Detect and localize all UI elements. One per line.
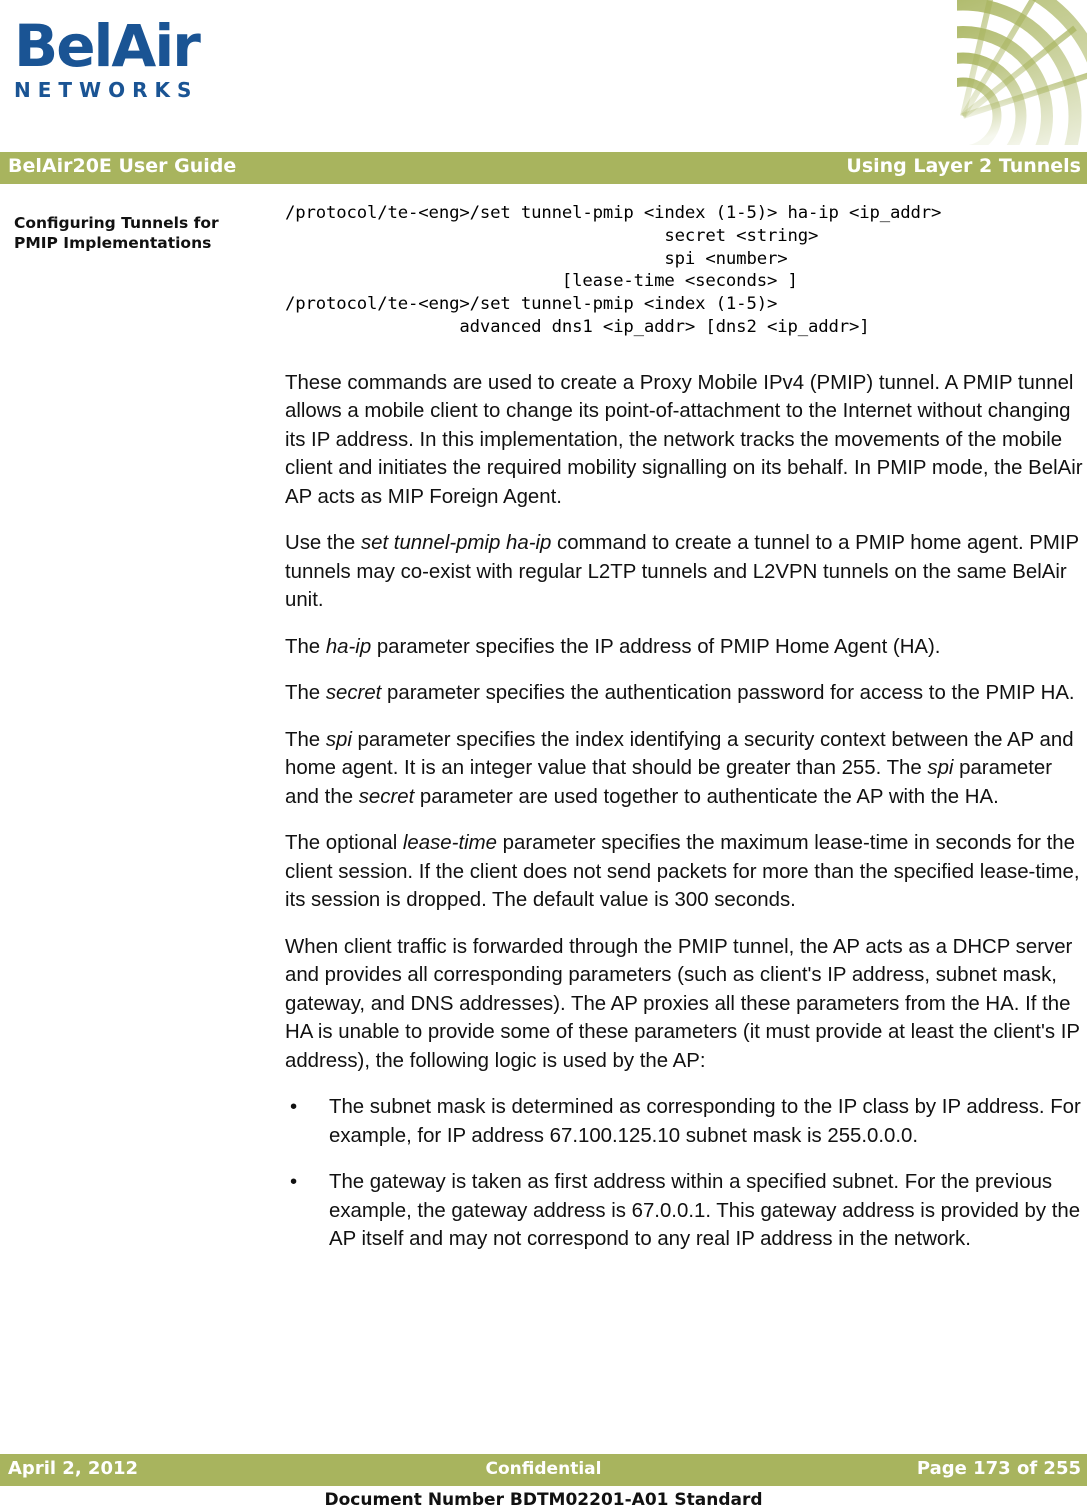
text-run: The optional (285, 832, 403, 855)
text-run: The (285, 728, 326, 751)
bullet-marker-icon: • (290, 1171, 298, 1194)
p-lease-time: The optional lease-time parameter specif… (285, 829, 1085, 915)
radial-arc-fan-icon (957, 0, 1087, 145)
text-run: parameter are used together to authentic… (414, 785, 999, 808)
emphasised-term: secret (325, 682, 382, 705)
text-run: The (285, 682, 326, 705)
p-haip-usage: Use the set tunnel-pmip ha-ip command to… (285, 529, 1085, 615)
p-haip: The ha-ip parameter specifies the IP add… (285, 633, 1085, 662)
text-run: Use the (285, 532, 361, 555)
header-chapter-title: Using Layer 2 Tunnels (846, 155, 1081, 177)
emphasised-term: set tunnel-pmip ha-ip (360, 532, 552, 555)
section-margin-heading: Configuring Tunnels for PMIP Implementat… (14, 214, 219, 252)
bullet-list: • The subnet mask is determined as corres… (285, 1093, 1085, 1254)
bullet-text: The subnet mask is determined as corresp… (329, 1096, 1081, 1147)
bullet-subnet-mask: • The subnet mask is determined as corres… (285, 1093, 1085, 1150)
logo-wordmark: BelAir (14, 12, 201, 80)
p-spi: The spi parameter specifies the index id… (285, 726, 1085, 812)
text-run: parameter specifies the authentication p… (381, 682, 1075, 705)
p-secret: The secret parameter specifies the authe… (285, 679, 1085, 708)
main-text-column: /protocol/te-<eng>/set tunnel-pmip <inde… (285, 202, 1085, 1272)
emphasised-term: ha-ip (325, 635, 372, 658)
paragraph-list: These commands are used to create a Prox… (285, 369, 1085, 1076)
text-run: These commands are used to create a Prox… (285, 371, 1083, 508)
footer-document-number: Document Number BDTM02201-A01 Standard (324, 1490, 763, 1510)
cli-command-block: /protocol/te-<eng>/set tunnel-pmip <inde… (285, 203, 942, 337)
emphasised-term: secret (358, 785, 415, 808)
belair-networks-logo: BelAir NETWORKS (14, 16, 294, 102)
text-run: When client traffic is forwarded through… (285, 935, 1080, 1072)
bullet-marker-icon: • (290, 1096, 298, 1119)
header-guide-title: BelAir20E User Guide (8, 155, 237, 177)
emphasised-term: spi (927, 757, 954, 780)
footer-page-number: Page 173 of 255 (916, 1458, 1081, 1479)
emphasised-term: spi (325, 728, 352, 751)
page-header-band: BelAir20E User Guide Using Layer 2 Tunne… (0, 152, 1087, 184)
emphasised-term: lease-time (402, 832, 497, 855)
page-footer-band: April 2, 2012 Confidential Page 173 of 2… (0, 1454, 1087, 1486)
bullet-gateway: • The gateway is taken as first address w… (285, 1168, 1085, 1254)
p-overview: These commands are used to create a Prox… (285, 369, 1085, 512)
text-run: parameter specifies the IP address of PM… (371, 635, 941, 658)
p-dhcp: When client traffic is forwarded through… (285, 933, 1085, 1076)
logo-subtext: NETWORKS (14, 78, 199, 102)
bullet-text: The gateway is taken as first address wi… (329, 1171, 1081, 1251)
masthead: BelAir NETWORKS (0, 0, 1087, 152)
text-run: The (285, 635, 326, 658)
